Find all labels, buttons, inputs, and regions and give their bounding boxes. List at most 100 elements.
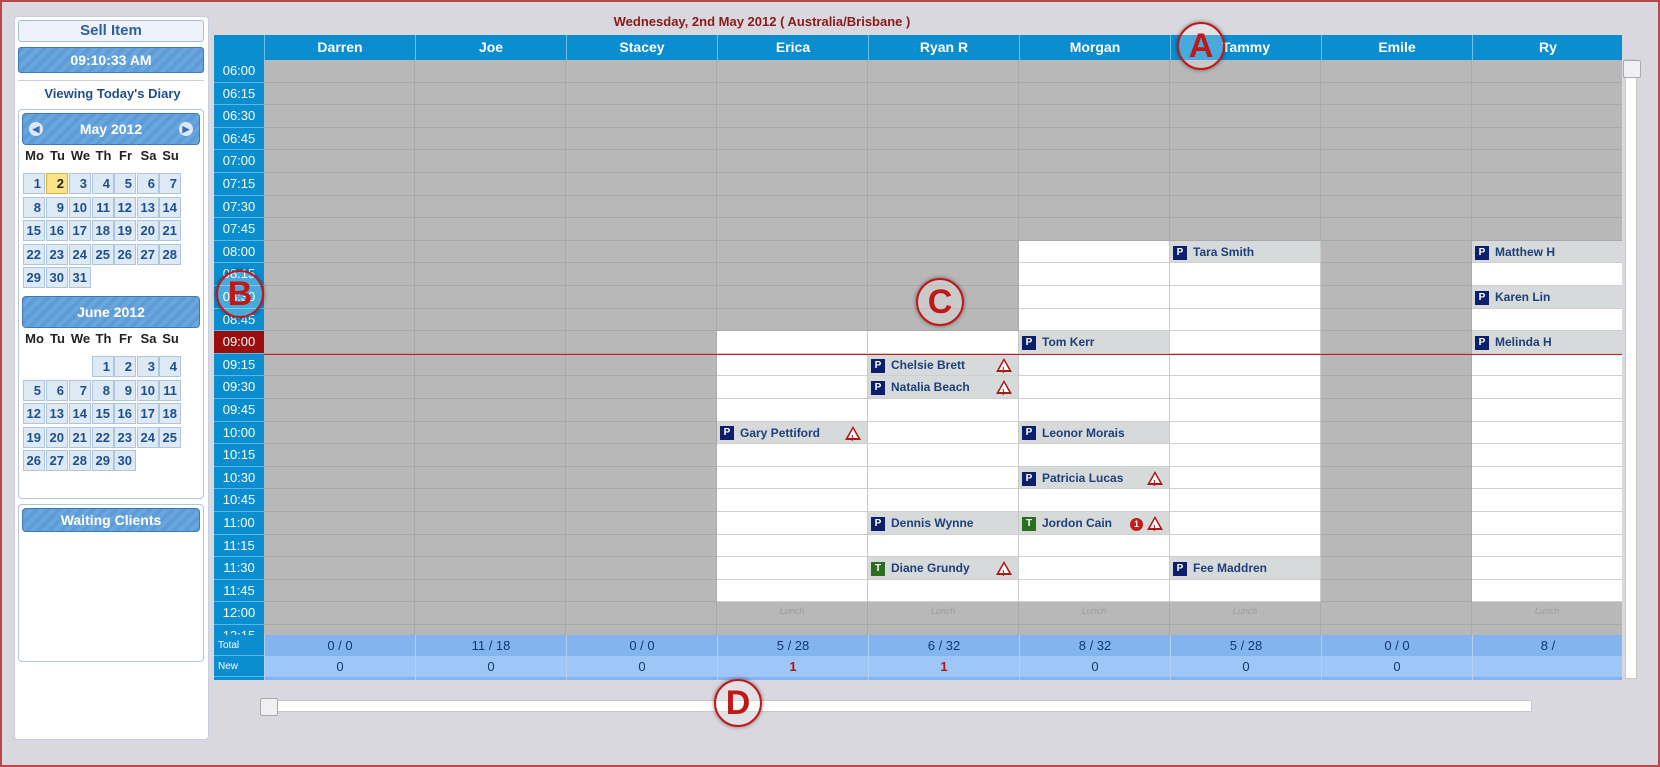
calendar-day[interactable]: 11 <box>92 196 114 218</box>
diary-slot[interactable] <box>868 534 1019 558</box>
diary-slot[interactable] <box>566 579 717 603</box>
diary-slot[interactable] <box>566 105 717 128</box>
diary-slot[interactable] <box>264 331 415 354</box>
diary-slot[interactable] <box>415 82 566 106</box>
appointment[interactable]: T Diane Grundy! <box>871 559 1015 578</box>
diary-slot[interactable] <box>264 173 415 196</box>
diary-slot[interactable] <box>1321 579 1472 603</box>
calendar-day[interactable]: 17 <box>69 220 91 241</box>
diary-slot[interactable] <box>264 286 415 309</box>
calendar-day[interactable]: 28 <box>69 450 91 471</box>
diary-slot[interactable] <box>264 534 415 558</box>
calendar-day[interactable]: 25 <box>92 243 114 265</box>
calendar-day[interactable]: 28 <box>159 243 181 265</box>
calendar-day[interactable]: 24 <box>69 243 91 265</box>
diary-slot[interactable] <box>1019 60 1170 83</box>
diary-slot[interactable] <box>868 195 1019 219</box>
diary-slot[interactable] <box>717 353 868 377</box>
diary-slot[interactable] <box>717 466 868 490</box>
diary-slot[interactable] <box>1321 602 1472 625</box>
diary-slot[interactable] <box>717 105 868 128</box>
diary-slot[interactable] <box>264 579 415 603</box>
diary-slot[interactable]: P Chelsie Brett! <box>868 353 1019 377</box>
diary-slot[interactable] <box>1321 421 1472 445</box>
diary-slot[interactable] <box>264 105 415 128</box>
diary-slot[interactable] <box>717 512 868 535</box>
prev-month-icon[interactable]: ◀ <box>29 122 43 136</box>
diary-slot[interactable] <box>1019 195 1170 219</box>
diary-slot[interactable] <box>1170 579 1321 603</box>
diary-slot[interactable] <box>566 444 717 467</box>
diary-slot[interactable] <box>1321 218 1472 241</box>
diary-slot[interactable] <box>1019 308 1170 332</box>
diary-slot[interactable] <box>1321 512 1472 535</box>
diary-slot[interactable] <box>264 444 415 467</box>
diary-slot[interactable] <box>1170 127 1321 151</box>
diary-slot[interactable] <box>717 489 868 512</box>
diary-slot[interactable] <box>415 263 566 286</box>
diary-slot[interactable] <box>566 399 717 422</box>
diary-slot[interactable] <box>264 240 415 264</box>
diary-slot[interactable] <box>1170 105 1321 128</box>
diary-slot[interactable] <box>566 82 717 106</box>
diary-slot[interactable] <box>264 602 415 625</box>
diary-slot[interactable]: Lunch <box>868 602 1019 625</box>
calendar-day[interactable]: 14 <box>69 403 91 424</box>
diary-slot[interactable] <box>415 60 566 83</box>
diary-slot[interactable] <box>566 466 717 490</box>
diary-slot[interactable]: P Tara Smith <box>1170 240 1321 264</box>
diary-slot[interactable] <box>264 218 415 241</box>
diary-slot[interactable] <box>868 399 1019 422</box>
calendar-day[interactable]: 13 <box>46 403 68 424</box>
calendar-day[interactable]: 2 <box>114 356 136 377</box>
diary-slot[interactable] <box>415 150 566 173</box>
diary-slot[interactable] <box>264 512 415 535</box>
diary-slot[interactable] <box>717 82 868 106</box>
diary-slot[interactable] <box>415 399 566 422</box>
calendar-day[interactable]: 20 <box>137 220 159 241</box>
scroll-thumb[interactable] <box>260 698 278 716</box>
diary-slot[interactable] <box>415 218 566 241</box>
calendar-day[interactable]: 6 <box>46 379 68 401</box>
calendar-day[interactable]: 12 <box>114 196 136 218</box>
scroll-thumb[interactable] <box>1623 60 1641 78</box>
calendar-day[interactable]: 16 <box>114 403 136 424</box>
diary-slot[interactable] <box>1019 286 1170 309</box>
diary-slot[interactable] <box>415 579 566 603</box>
diary-slot[interactable] <box>868 240 1019 264</box>
diary-slot[interactable] <box>868 489 1019 512</box>
calendar-day[interactable]: 2 <box>46 173 68 194</box>
diary-slot[interactable] <box>717 308 868 332</box>
diary-slot[interactable]: P Karen Lin <box>1472 286 1622 309</box>
calendar-day[interactable]: 10 <box>137 379 159 401</box>
diary-slot[interactable] <box>717 286 868 309</box>
diary-slot[interactable] <box>1170 173 1321 196</box>
diary-slot[interactable] <box>717 579 868 603</box>
warning-icon[interactable]: ! <box>1147 516 1163 533</box>
diary-slot[interactable] <box>415 127 566 151</box>
calendar-day[interactable]: 18 <box>159 403 181 424</box>
diary-slot[interactable] <box>1170 218 1321 241</box>
diary-slot[interactable] <box>415 602 566 625</box>
diary-slot[interactable] <box>264 421 415 445</box>
calendar-day[interactable]: 29 <box>23 267 45 288</box>
diary-slot[interactable] <box>566 557 717 580</box>
diary-slot[interactable] <box>1472 579 1622 603</box>
diary-slot[interactable] <box>566 173 717 196</box>
calendar-day[interactable]: 16 <box>46 220 68 241</box>
diary-slot[interactable] <box>868 466 1019 490</box>
diary-slot[interactable] <box>566 218 717 241</box>
diary-slot[interactable] <box>566 240 717 264</box>
calendar-day[interactable]: 19 <box>114 220 136 241</box>
diary-slot[interactable] <box>566 512 717 535</box>
horizontal-scrollbar[interactable] <box>260 698 1532 716</box>
diary-slot[interactable] <box>1472 195 1622 219</box>
diary-slot[interactable] <box>717 127 868 151</box>
calendar-day[interactable]: 5 <box>114 173 136 194</box>
diary-slot[interactable] <box>566 376 717 399</box>
diary-slot[interactable] <box>1472 489 1622 512</box>
diary-slot[interactable] <box>264 263 415 286</box>
diary-slot[interactable] <box>1472 512 1622 535</box>
diary-slot[interactable] <box>1321 399 1472 422</box>
diary-slot[interactable] <box>1170 399 1321 422</box>
